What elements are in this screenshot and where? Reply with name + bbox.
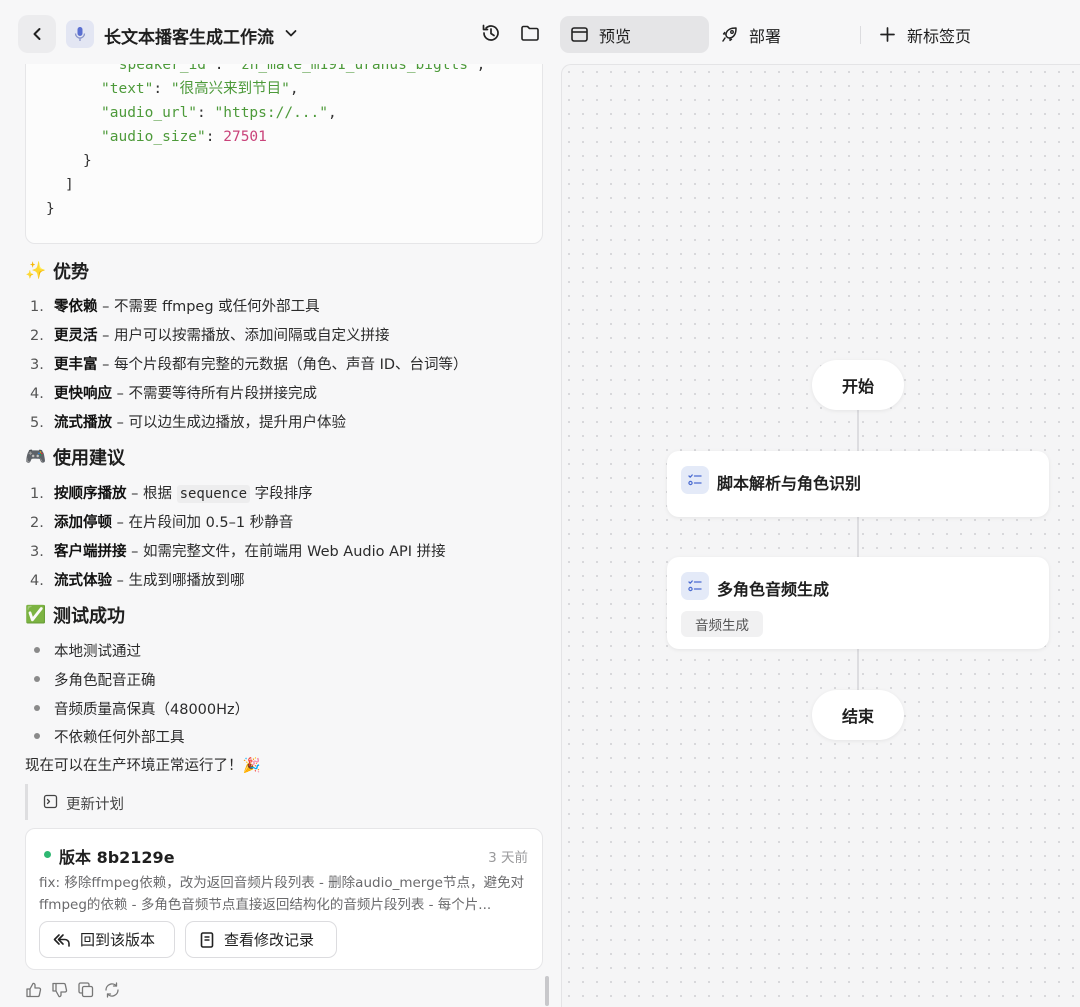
node-title: 多角色音频生成 xyxy=(717,580,830,599)
code-line: "audio_url": "https://...", xyxy=(101,105,337,121)
view-changelog-button[interactable]: 查看修改记录 xyxy=(185,921,337,958)
version-card: 版本 8b2129e 3 天前 fix: 移除ffmpeg依赖，改为返回音频片段… xyxy=(25,828,543,970)
update-plan-label: 更新计划 xyxy=(66,797,124,813)
multi-role-audio-node[interactable]: 多角色音频生成 音频生成 xyxy=(667,557,1049,649)
node-title: 脚本解析与角色识别 xyxy=(717,474,862,493)
code-line: } xyxy=(46,201,55,217)
list-item: 4. 流式体验 – 生成到哪播放到哪 xyxy=(30,573,245,589)
checklist-icon xyxy=(681,572,709,600)
list-item: 音频质量高保真（48000Hz） xyxy=(34,698,249,719)
node-tag: 音频生成 xyxy=(681,611,763,637)
thumbs-up-icon[interactable] xyxy=(25,981,43,999)
chevron-left-icon xyxy=(33,28,41,40)
status-dot xyxy=(44,851,51,858)
regenerate-icon[interactable] xyxy=(103,981,121,999)
version-description: fix: 移除ffmpeg依赖，改为返回音频片段列表 - 删除audio_mer… xyxy=(39,875,524,913)
script-parse-node[interactable]: 脚本解析与角色识别 xyxy=(667,451,1049,517)
workflow-canvas[interactable] xyxy=(561,64,1080,1007)
list-item: 4. 更快响应 – 不需要等待所有片段拼接完成 xyxy=(30,386,317,402)
scrollbar-thumb[interactable] xyxy=(545,976,549,1006)
microphone-app-icon xyxy=(66,20,94,48)
version-time: 3 天前 xyxy=(488,850,528,866)
back-button[interactable] xyxy=(18,15,56,53)
code-line: "audio_size": 27501 xyxy=(101,129,267,145)
document-icon xyxy=(200,931,214,948)
code-line: } xyxy=(83,153,92,169)
section-heading-advantages: ✨ 优势 xyxy=(25,261,89,283)
list-item: 3. 更丰富 – 每个片段都有完整的元数据（角色、声音 ID、台词等） xyxy=(30,357,468,373)
tab-new-label: 新标签页 xyxy=(907,26,972,46)
list-item: 多角色配音正确 xyxy=(34,669,156,690)
list-item: 不依赖任何外部工具 xyxy=(34,726,185,747)
check-mark-icon: ✅ xyxy=(25,605,47,625)
chat-panel: "speaker_id": "zh_male_m191_uranus_bigtt… xyxy=(0,64,560,1007)
tab-new[interactable]: 新标签页 xyxy=(868,16,1028,53)
summary-text: 现在可以在生产环境正常运行了！🎉 xyxy=(25,758,261,774)
update-plan-toggle[interactable]: 更新计划 xyxy=(25,784,543,820)
folder-icon[interactable] xyxy=(519,22,541,44)
code-line: ] xyxy=(65,177,74,193)
browser-window-icon xyxy=(571,27,588,42)
version-title: 版本 8b2129e xyxy=(59,848,175,867)
list-item: 2. 更灵活 – 用户可以按需播放、添加间隔或自定义拼接 xyxy=(30,328,390,344)
rollback-button[interactable]: 回到该版本 xyxy=(39,921,175,958)
list-item: 本地测试通过 xyxy=(34,640,141,661)
edge-connector xyxy=(857,516,859,558)
end-node[interactable]: 结束 xyxy=(812,690,904,740)
tab-preview-label: 预览 xyxy=(599,26,632,46)
plus-icon xyxy=(880,27,895,42)
message-actions xyxy=(25,981,121,999)
start-node[interactable]: 开始 xyxy=(812,360,904,410)
sparkles-icon: ✨ xyxy=(25,261,47,281)
reply-all-icon xyxy=(53,933,70,947)
code-line: "text": "很高兴来到节目", xyxy=(101,81,299,97)
section-heading-test: ✅ 测试成功 xyxy=(25,605,125,627)
workflow-title[interactable]: 长文本播客生成工作流 xyxy=(104,23,274,48)
list-item: 1. 零依赖 – 不需要 ffmpeg 或任何外部工具 xyxy=(30,299,320,315)
top-bar: 长文本播客生成工作流 预览 部署 新标签页 xyxy=(0,0,1080,64)
list-item: 5. 流式播放 – 可以边生成边播放，提升用户体验 xyxy=(30,415,346,431)
tab-deploy-label: 部署 xyxy=(749,26,782,46)
chevron-down-icon[interactable] xyxy=(283,25,299,41)
list-item: 2. 添加停顿 – 在片段间加 0.5–1 秒静音 xyxy=(30,515,294,531)
rocket-icon xyxy=(722,27,737,42)
header-divider xyxy=(860,26,861,44)
list-item: 3. 客户端拼接 – 如需完整文件，在前端用 Web Audio API 拼接 xyxy=(30,544,446,560)
code-line: "speaker_id": "zh_male_m191_uranus_bigtt… xyxy=(110,64,486,73)
copy-icon[interactable] xyxy=(77,981,95,999)
terminal-icon xyxy=(43,794,58,809)
tab-preview[interactable]: 预览 xyxy=(560,16,709,53)
edge-connector xyxy=(857,410,859,452)
history-icon[interactable] xyxy=(480,22,502,44)
section-heading-suggestions: 🎮 使用建议 xyxy=(25,447,125,469)
edge-connector xyxy=(857,648,859,690)
code-block: "speaker_id": "zh_male_m191_uranus_bigtt… xyxy=(25,64,543,244)
list-item: 1. 按顺序播放 – 根据 sequence 字段排序 xyxy=(30,485,313,503)
tab-deploy[interactable]: 部署 xyxy=(710,16,840,53)
thumbs-down-icon[interactable] xyxy=(51,981,69,999)
checklist-icon xyxy=(681,466,709,494)
game-controller-icon: 🎮 xyxy=(25,447,47,467)
